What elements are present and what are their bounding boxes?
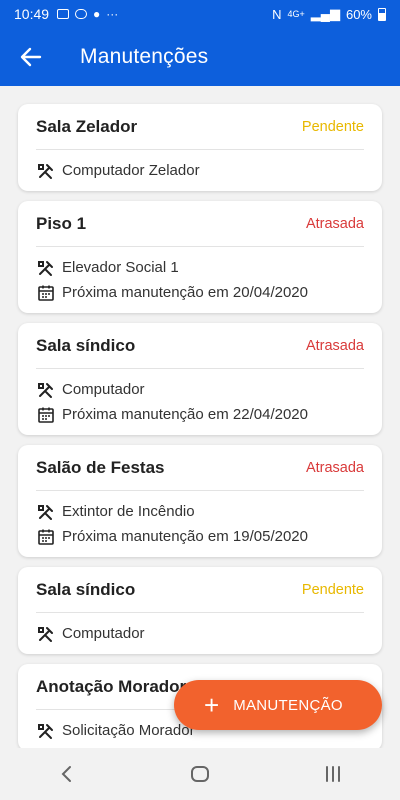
- next-maintenance-row: Próxima manutenção em 22/04/2020: [36, 402, 364, 427]
- equipment-label: Solicitação Morador: [62, 722, 195, 739]
- equipment-label: Computador Zelador: [62, 162, 200, 179]
- nav-back-button[interactable]: [37, 754, 97, 794]
- maintenance-card[interactable]: Sala síndico Pendente Computador: [18, 567, 382, 654]
- system-nav-bar: [0, 748, 400, 800]
- signal-icon: ▂▄▆: [310, 6, 340, 21]
- card-divider: [36, 368, 364, 369]
- add-maintenance-button[interactable]: + MANUTENÇÃO: [174, 680, 382, 730]
- maintenance-card[interactable]: Sala Zelador Pendente Computador Zelador: [18, 104, 382, 191]
- chat-icon: [75, 9, 88, 19]
- tools-icon: [36, 161, 56, 181]
- card-title: Sala síndico: [36, 336, 136, 355]
- equipment-row: Computador Zelador: [36, 158, 364, 183]
- tools-icon: [36, 721, 56, 741]
- next-maintenance-label: Próxima manutenção em 22/04/2020: [62, 406, 308, 423]
- status-badge: Pendente: [301, 582, 364, 598]
- gallery-icon: [57, 9, 70, 19]
- nav-home-button[interactable]: [170, 754, 230, 794]
- calendar-icon: [36, 283, 56, 303]
- notification-icons: ● ···: [57, 7, 118, 21]
- equipment-row: Computador: [36, 377, 364, 402]
- tools-icon: [36, 624, 56, 644]
- whatsapp-icon: ●: [93, 7, 101, 21]
- card-header: Piso 1 Atrasada: [36, 213, 364, 235]
- card-title: Piso 1: [36, 214, 87, 233]
- next-maintenance-label: Próxima manutenção em 20/04/2020: [62, 284, 308, 301]
- card-title: Salão de Festas: [36, 458, 165, 477]
- back-button[interactable]: [0, 28, 62, 86]
- status-badge: Pendente: [301, 119, 364, 135]
- card-title: Sala síndico: [36, 580, 136, 599]
- card-header: Sala síndico Atrasada: [36, 335, 364, 357]
- equipment-row: Extintor de Incêndio: [36, 499, 364, 524]
- tools-icon: [36, 502, 56, 522]
- nav-recents-button[interactable]: [303, 754, 363, 794]
- next-maintenance-row: Próxima manutenção em 20/04/2020: [36, 280, 364, 305]
- more-notifications-icon: ···: [106, 7, 119, 21]
- equipment-label: Computador: [62, 625, 145, 642]
- card-header: Sala síndico Pendente: [36, 579, 364, 601]
- add-maintenance-label: MANUTENÇÃO: [233, 696, 343, 714]
- app-bar: Manutenções: [0, 28, 400, 86]
- equipment-label: Computador: [62, 381, 145, 398]
- calendar-icon: [36, 405, 56, 425]
- card-divider: [36, 246, 364, 247]
- calendar-icon: [36, 527, 56, 547]
- status-right: N 4G+ ▂▄▆ 60%: [272, 6, 386, 22]
- status-time: 10:49: [14, 6, 50, 22]
- battery-icon: [378, 7, 386, 21]
- card-title: Sala Zelador: [36, 117, 138, 136]
- status-bar: 10:49 ● ··· N 4G+ ▂▄▆ 60%: [0, 0, 400, 28]
- tools-icon: [36, 258, 56, 278]
- page-title: Manutenções: [80, 45, 209, 68]
- card-divider: [36, 149, 364, 150]
- status-badge: Atrasada: [305, 216, 364, 232]
- card-divider: [36, 490, 364, 491]
- nav-recents-icon: [326, 766, 341, 782]
- equipment-row: Computador: [36, 621, 364, 646]
- nfc-icon: N: [272, 6, 282, 22]
- tools-icon: [36, 380, 56, 400]
- card-divider: [36, 612, 364, 613]
- maintenance-list[interactable]: Sala Zelador Pendente Computador Zelador Pi…: [0, 86, 400, 748]
- equipment-row: Elevador Social 1: [36, 255, 364, 280]
- nav-back-icon: [61, 766, 71, 782]
- maintenance-card[interactable]: Salão de Festas Atrasada Extintor de Incên…: [18, 445, 382, 557]
- equipment-label: Extintor de Incêndio: [62, 503, 195, 520]
- network-type: 4G+: [287, 9, 305, 19]
- status-badge: Atrasada: [305, 338, 364, 354]
- maintenance-card[interactable]: Sala síndico Atrasada Computador Próxima ma…: [18, 323, 382, 435]
- plus-icon: +: [204, 690, 220, 720]
- status-badge: Atrasada: [305, 460, 364, 476]
- card-header: Salão de Festas Atrasada: [36, 457, 364, 479]
- equipment-label: Elevador Social 1: [62, 259, 179, 276]
- next-maintenance-row: Próxima manutenção em 19/05/2020: [36, 524, 364, 549]
- maintenance-card[interactable]: Piso 1 Atrasada Elevador Social 1 Próxima m…: [18, 201, 382, 313]
- arrow-left-icon: [20, 47, 42, 67]
- next-maintenance-label: Próxima manutenção em 19/05/2020: [62, 528, 308, 545]
- nav-home-icon: [190, 766, 209, 782]
- battery-percent: 60%: [345, 6, 372, 22]
- card-header: Sala Zelador Pendente: [36, 116, 364, 138]
